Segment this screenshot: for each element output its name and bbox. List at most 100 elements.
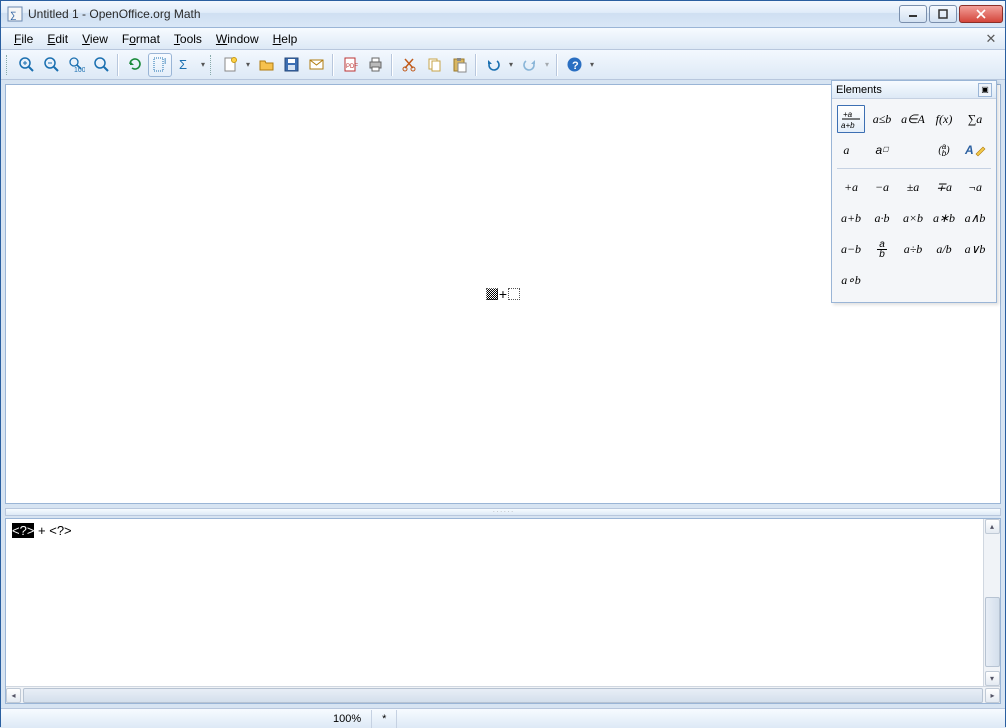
category-formats[interactable]: (ab)	[930, 136, 958, 164]
menu-bar: File Edit View Format Tools Window Help …	[1, 28, 1005, 50]
minimize-button[interactable]	[899, 5, 927, 23]
category-relations[interactable]: a≤b	[868, 105, 896, 133]
command-pane: <?> + <?> ▴ ▾ ◂ ▸	[5, 518, 1001, 704]
toolbar-grip[interactable]	[210, 55, 214, 75]
status-zoom[interactable]: 100%	[323, 710, 372, 728]
category-unary-binary[interactable]: +aa+b	[837, 105, 865, 133]
menu-tools[interactable]: Tools	[167, 30, 209, 48]
category-brackets[interactable]: a☐	[868, 136, 896, 164]
op-not[interactable]: ¬a	[961, 173, 989, 201]
zoom-in-button[interactable]	[14, 53, 38, 77]
zoom-out-button[interactable]	[39, 53, 63, 77]
category-set[interactable]: a∈A	[899, 105, 927, 133]
command-selection: <?>	[12, 523, 34, 538]
placeholder-selected-icon	[486, 288, 498, 300]
app-icon: ∑	[7, 6, 23, 22]
menu-help[interactable]: Help	[266, 30, 305, 48]
menu-file[interactable]: File	[7, 30, 40, 48]
op-cdot[interactable]: a·b	[868, 204, 896, 232]
op-div[interactable]: a÷b	[899, 235, 927, 263]
undo-button[interactable]	[481, 53, 505, 77]
print-button[interactable]	[363, 53, 387, 77]
cut-button[interactable]	[397, 53, 421, 77]
formula-cursor-button[interactable]: Σ	[173, 53, 197, 77]
scroll-down-button[interactable]: ▾	[985, 671, 1000, 686]
op-pos[interactable]: +a	[837, 173, 865, 201]
mail-button[interactable]	[304, 53, 328, 77]
category-others[interactable]: A	[961, 136, 989, 164]
op-neg[interactable]: −a	[868, 173, 896, 201]
menu-view[interactable]: View	[75, 30, 115, 48]
elements-panel: Elements ▣ +aa+b a≤b a∈A f(x) ∑a a⃗ a☐ (…	[831, 80, 997, 303]
scroll-thumb-v[interactable]	[985, 597, 1000, 667]
op-or[interactable]: a∨b	[961, 235, 989, 263]
paste-button[interactable]	[447, 53, 471, 77]
close-button[interactable]	[959, 5, 1003, 23]
op-and[interactable]: a∧b	[961, 204, 989, 232]
elements-operator-grid: +a −a ±a ∓a ¬a a+b a·b a×b a∗b a∧b a−b a…	[837, 173, 991, 294]
split-handle[interactable]: · · · · · ·	[5, 508, 1001, 516]
elements-close-icon[interactable]: ▣	[978, 83, 992, 97]
zoom-100-button[interactable]: 100	[64, 53, 88, 77]
op-mp[interactable]: ∓a	[930, 173, 958, 201]
close-document-icon[interactable]: ✕	[983, 31, 999, 47]
toolbar-grip[interactable]	[6, 55, 10, 75]
svg-text:?: ?	[572, 60, 579, 72]
status-modified: *	[372, 710, 397, 728]
elements-title-text: Elements	[836, 84, 882, 96]
toolbar-dropdown-1[interactable]: ▾	[198, 53, 208, 77]
command-editor[interactable]: <?> + <?>	[6, 519, 1000, 703]
toolbar-separator	[391, 54, 393, 76]
refresh-button[interactable]	[123, 53, 147, 77]
op-circ[interactable]: a∘b	[837, 266, 865, 294]
op-ast[interactable]: a∗b	[930, 204, 958, 232]
svg-text:PDF: PDF	[346, 64, 358, 70]
vertical-scrollbar[interactable]: ▴ ▾	[983, 519, 1000, 686]
svg-text:100: 100	[74, 67, 85, 73]
menu-format[interactable]: Format	[115, 30, 167, 48]
toolbar-separator	[475, 54, 477, 76]
placeholder-icon	[508, 288, 520, 300]
svg-text:Σ: Σ	[179, 57, 187, 72]
category-operators[interactable]: ∑a	[961, 105, 989, 133]
maximize-button[interactable]	[929, 5, 957, 23]
op-sub[interactable]: a−b	[837, 235, 865, 263]
open-button[interactable]	[254, 53, 278, 77]
elements-titlebar[interactable]: Elements ▣	[832, 81, 996, 99]
scroll-left-button[interactable]: ◂	[6, 688, 21, 703]
save-button[interactable]	[279, 53, 303, 77]
op-slash[interactable]: a/b	[930, 235, 958, 263]
undo-dropdown[interactable]: ▾	[506, 53, 516, 77]
svg-text:+a: +a	[843, 110, 853, 119]
export-pdf-button[interactable]: PDF	[338, 53, 362, 77]
op-frac[interactable]: ab	[868, 235, 896, 263]
zoom-all-button[interactable]	[89, 53, 113, 77]
window-title: Untitled 1 - OpenOffice.org Math	[28, 7, 899, 21]
toolbar-dropdown-2[interactable]: ▾	[587, 53, 597, 77]
category-empty	[899, 136, 927, 164]
scroll-up-button[interactable]: ▴	[985, 519, 1000, 534]
category-attributes[interactable]: a⃗	[837, 136, 865, 164]
menu-edit[interactable]: Edit	[40, 30, 75, 48]
svg-text:∑: ∑	[10, 10, 16, 20]
horizontal-scrollbar[interactable]: ◂ ▸	[6, 686, 1000, 703]
scroll-thumb-h[interactable]	[23, 688, 983, 703]
redo-dropdown[interactable]: ▾	[542, 53, 552, 77]
elements-divider	[837, 168, 991, 169]
menu-window[interactable]: Window	[209, 30, 266, 48]
toolbar-separator	[332, 54, 334, 76]
op-times[interactable]: a×b	[899, 204, 927, 232]
new-dropdown[interactable]: ▾	[243, 53, 253, 77]
scroll-right-button[interactable]: ▸	[985, 688, 1000, 703]
category-functions[interactable]: f(x)	[930, 105, 958, 133]
toolbar-separator	[556, 54, 558, 76]
copy-button[interactable]	[422, 53, 446, 77]
new-button[interactable]	[218, 53, 242, 77]
op-pm[interactable]: ±a	[899, 173, 927, 201]
auto-refresh-button[interactable]: I	[148, 53, 172, 77]
svg-text:A: A	[964, 143, 974, 157]
preview-formula: +	[486, 286, 520, 302]
help-button[interactable]: ?	[562, 53, 586, 77]
redo-button[interactable]	[517, 53, 541, 77]
op-add[interactable]: a+b	[837, 204, 865, 232]
